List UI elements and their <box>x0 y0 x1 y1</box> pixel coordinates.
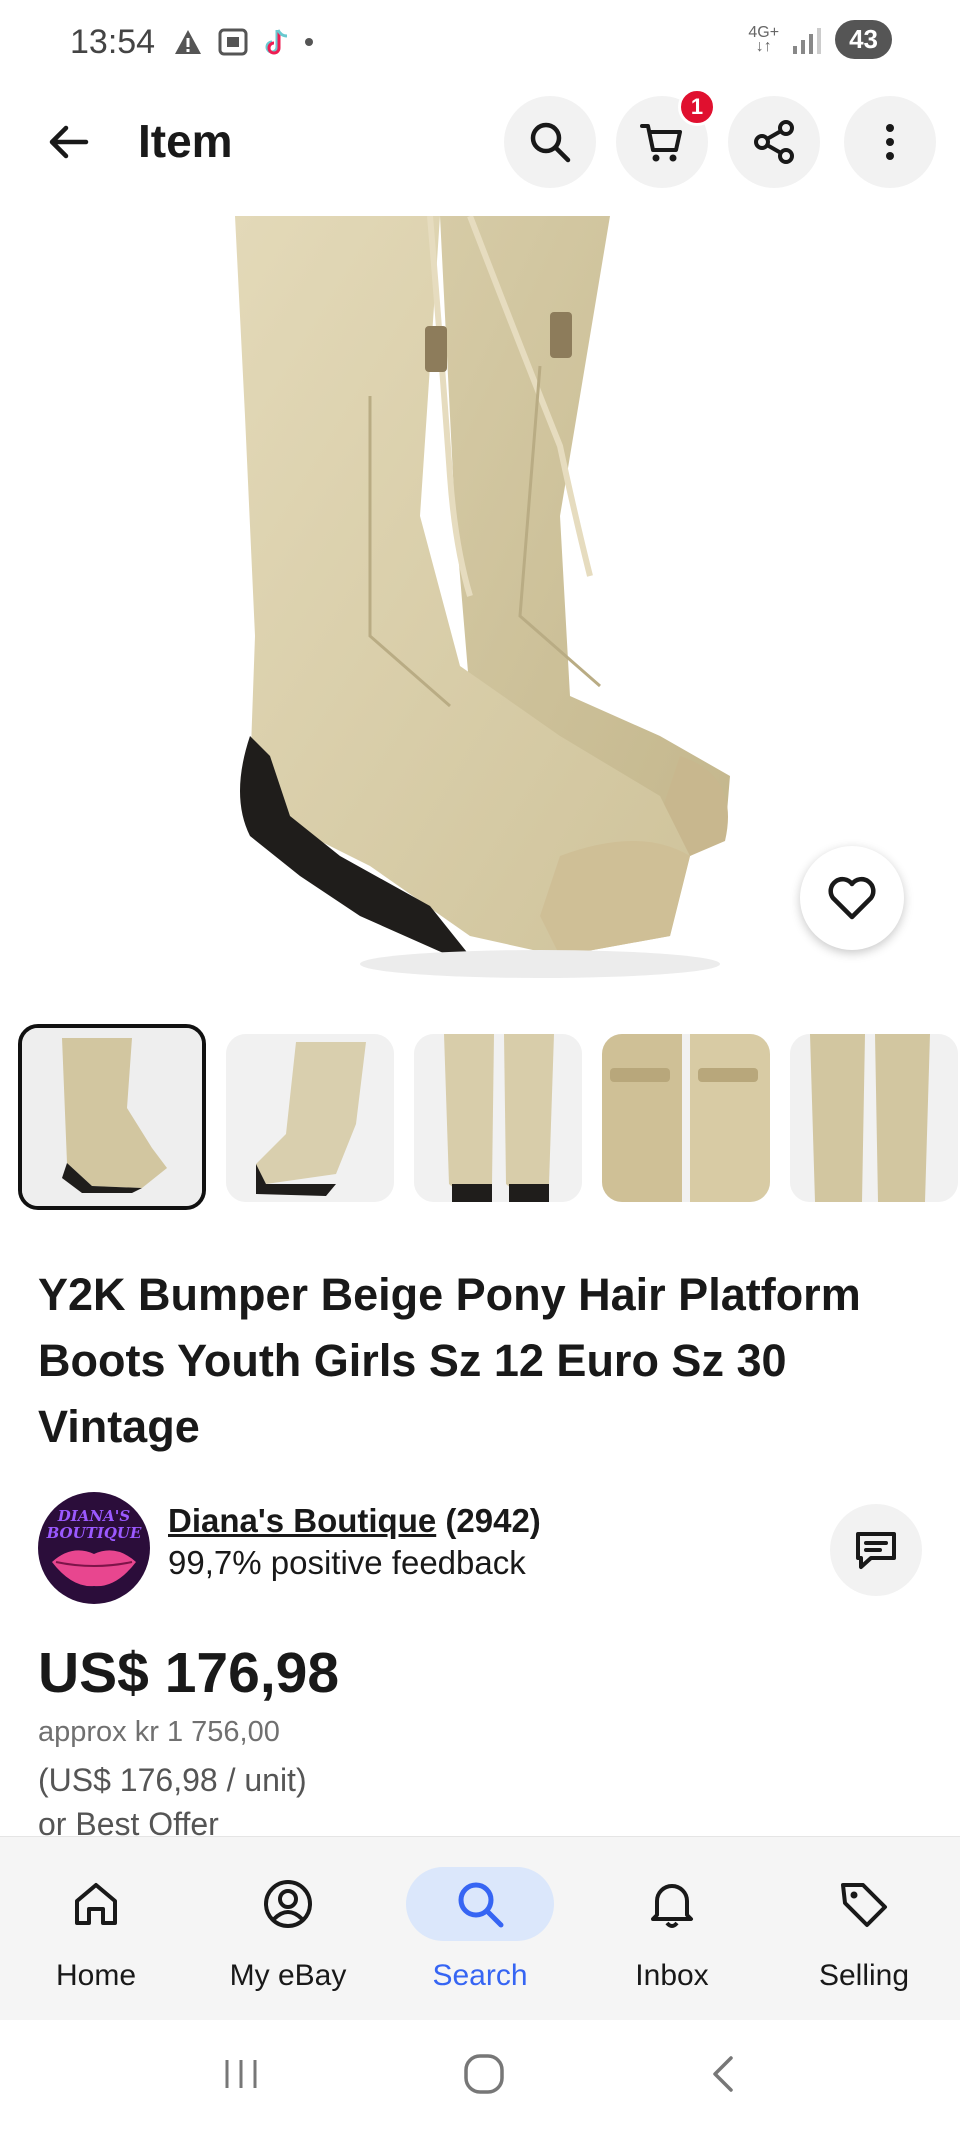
home-system-button[interactable] <box>462 2052 506 2101</box>
seller-info: DIANA'S BOUTIQUE Diana's Boutique (2942)… <box>38 1492 922 1604</box>
tag-icon <box>841 1883 887 1927</box>
recent-apps-button[interactable] <box>221 2056 261 2097</box>
page-title: Item <box>138 115 233 167</box>
thumbnail-image <box>414 1034 582 1202</box>
seller-avatar[interactable]: DIANA'S BOUTIQUE <box>38 1492 150 1604</box>
thumbnail-image <box>22 1028 202 1206</box>
dot-icon <box>305 38 314 46</box>
more-vertical-icon <box>886 124 894 160</box>
home-icon <box>75 1883 117 1925</box>
thumbnail-3[interactable] <box>414 1034 582 1202</box>
status-bar: 13:54 4G+ ↓↑ 43 <box>0 0 960 84</box>
status-time: 13:54 <box>70 22 156 61</box>
seller-feedback-percent: 99,7% positive feedback <box>168 1544 526 1581</box>
share-icon <box>754 120 794 164</box>
network-indicator: 4G+ ↓↑ <box>748 23 780 55</box>
arrow-left-icon <box>49 125 89 159</box>
status-right: 4G+ ↓↑ 43 <box>748 20 892 59</box>
bottom-navigation: Home My eBay Search Inbox Selling <box>0 1836 960 2020</box>
status-notification-icons <box>173 27 314 57</box>
add-to-watchlist-button[interactable] <box>800 846 904 950</box>
signal-icon <box>793 26 822 54</box>
cart-button[interactable]: 1 <box>616 88 716 188</box>
product-image[interactable] <box>0 216 960 986</box>
nav-search-icon-wrap <box>406 1867 554 1941</box>
heart-icon <box>828 876 876 920</box>
battery-indicator: 43 <box>835 20 892 59</box>
nav-inbox-icon-wrap <box>598 1867 746 1941</box>
screenshot-icon <box>218 28 248 56</box>
nav-home[interactable]: Home <box>0 1837 192 2020</box>
network-label: 4G+ <box>748 23 780 41</box>
nav-myebay[interactable]: My eBay <box>192 1837 384 2020</box>
cart-badge: 1 <box>678 88 716 126</box>
bell-icon <box>651 1884 693 1928</box>
lips-icon <box>52 1550 136 1587</box>
unit-price: (US$ 176,98 / unit) <box>38 1762 307 1798</box>
thumbnail-image <box>790 1034 958 1202</box>
share-button[interactable] <box>728 96 820 188</box>
home-circle-icon <box>464 2054 504 2094</box>
warning-icon <box>175 30 202 54</box>
system-back-button[interactable] <box>707 2052 739 2101</box>
thumbnail-5[interactable] <box>790 1034 958 1202</box>
nav-selling-label: Selling <box>818 1959 910 1992</box>
item-title: Y2K Bumper Beige Pony Hair Platform Boot… <box>38 1269 861 1452</box>
thumbnail-4[interactable] <box>602 1034 770 1202</box>
thumbnail-2[interactable] <box>226 1034 394 1202</box>
thumbnail-image <box>602 1034 770 1202</box>
system-navigation-bar <box>0 2020 960 2133</box>
search-button[interactable] <box>504 96 596 188</box>
thumbnail-image <box>226 1034 394 1202</box>
nav-myebay-icon-wrap <box>214 1867 362 1941</box>
approx-price: approx kr 1 756,00 <box>38 1716 280 1748</box>
tiktok-icon <box>265 29 288 55</box>
seller-name-link[interactable]: Diana's Boutique <box>168 1502 436 1539</box>
contact-seller-button[interactable] <box>830 1504 922 1596</box>
nav-search-label: Search <box>432 1959 528 1992</box>
nav-inbox[interactable]: Inbox <box>576 1837 768 2020</box>
message-icon <box>856 1532 896 1569</box>
app-header: Item 1 <box>0 88 960 188</box>
search-icon <box>530 122 571 163</box>
back-button[interactable] <box>36 110 100 174</box>
account-icon <box>264 1880 312 1928</box>
seller-name-row: Diana's Boutique (2942) <box>168 1502 541 1540</box>
nav-myebay-label: My eBay <box>229 1959 347 1992</box>
nav-inbox-label: Inbox <box>635 1959 709 1992</box>
nav-home-icon-wrap <box>22 1867 170 1941</box>
seller-feedback-count: (2942) <box>445 1502 541 1539</box>
nav-search[interactable]: Search <box>384 1837 576 2020</box>
nav-selling[interactable]: Selling <box>768 1837 960 2020</box>
nav-selling-icon-wrap <box>790 1867 938 1941</box>
more-options-button[interactable] <box>844 96 936 188</box>
cart-icon <box>640 124 682 162</box>
image-thumbnails <box>18 1024 960 1212</box>
nav-home-label: Home <box>55 1959 137 1992</box>
chevron-left-icon <box>713 2056 734 2092</box>
thumbnail-1[interactable] <box>18 1024 206 1210</box>
search-icon <box>458 1882 504 1928</box>
recent-apps-icon <box>225 2060 257 2088</box>
item-price: US$ 176,98 <box>38 1641 340 1705</box>
